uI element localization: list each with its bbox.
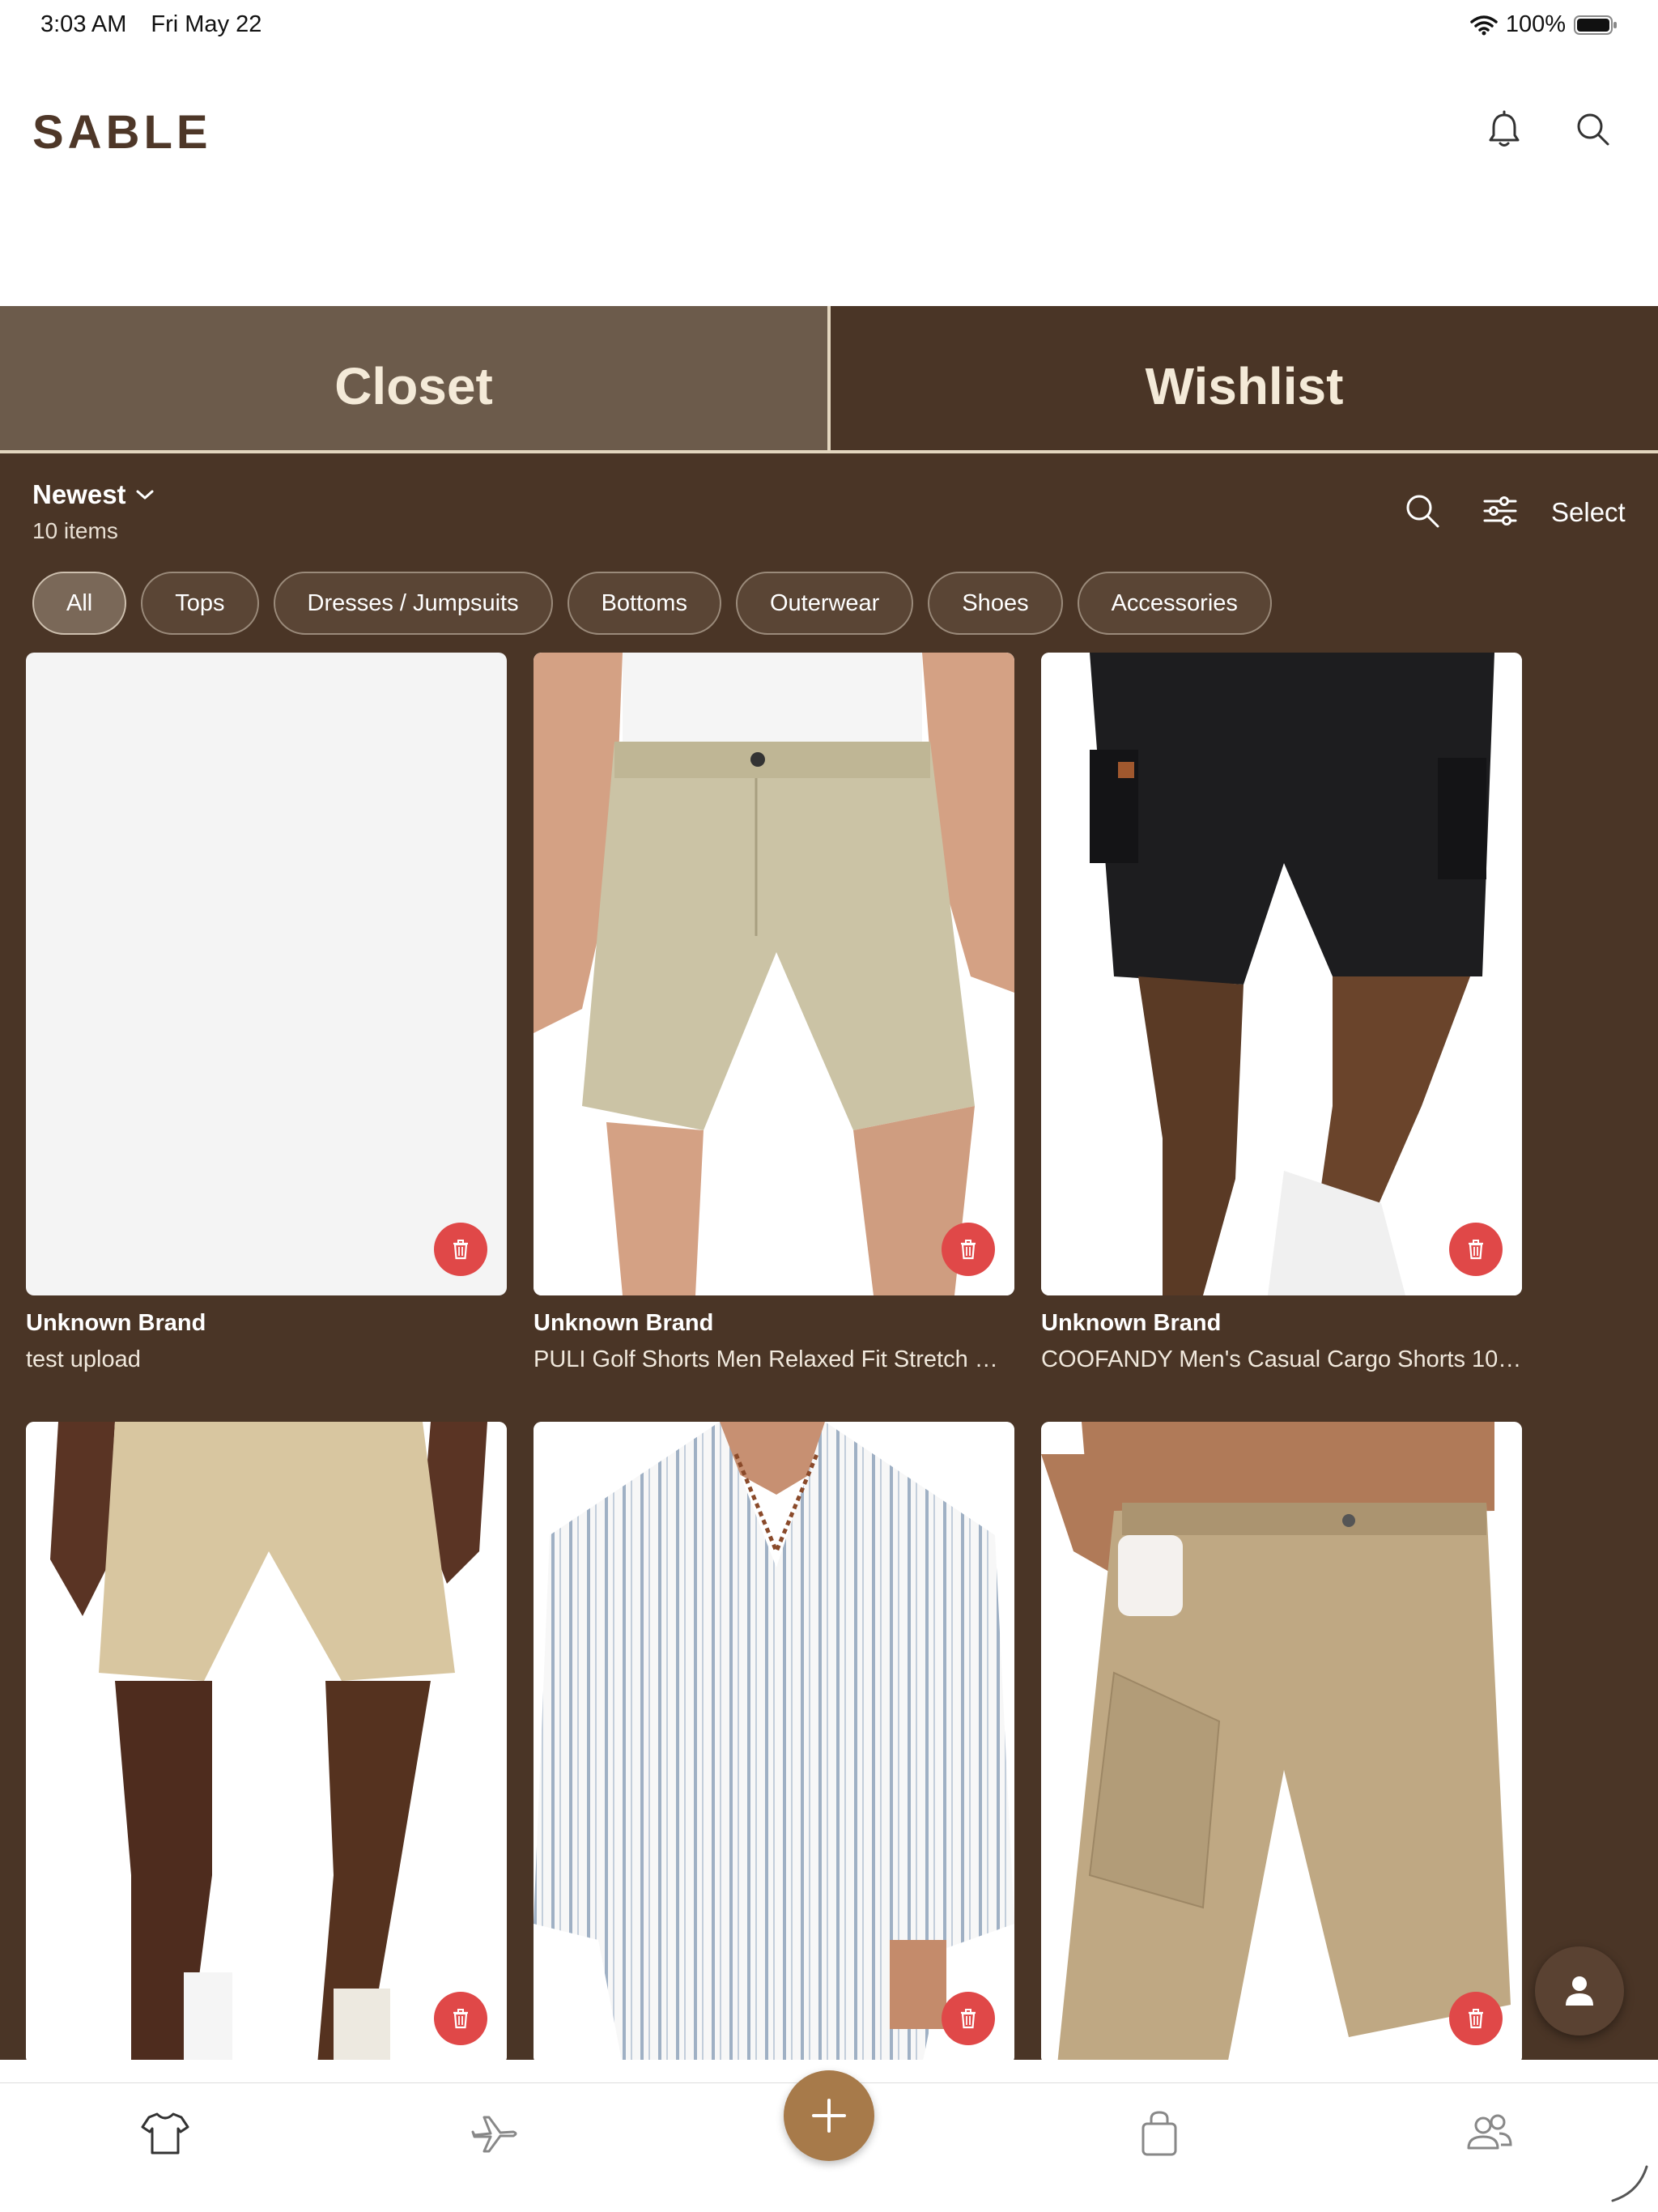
app-logo: SABLE bbox=[32, 106, 212, 159]
delete-button[interactable] bbox=[942, 1223, 995, 1276]
khaki-cargo-shorts-image bbox=[1041, 1422, 1522, 2060]
item-card[interactable] bbox=[1041, 1422, 1522, 2060]
bell-icon[interactable] bbox=[1482, 107, 1527, 152]
item-brand: Unknown Brand bbox=[534, 1310, 714, 1336]
friends-icon[interactable] bbox=[1464, 2108, 1516, 2159]
delete-button[interactable] bbox=[434, 1992, 487, 2045]
item-card[interactable]: Unknown Brand COOFANDY Men's Casual Carg… bbox=[1041, 653, 1522, 1373]
delete-button[interactable] bbox=[434, 1223, 487, 1276]
app-header: SABLE bbox=[0, 52, 1658, 306]
item-image bbox=[1041, 1422, 1522, 2060]
tab-closet[interactable]: Closet bbox=[0, 306, 831, 450]
tan-chino-shorts-image bbox=[26, 1422, 507, 2060]
item-brand: Unknown Brand bbox=[26, 1310, 206, 1336]
item-image bbox=[26, 653, 507, 1295]
trash-icon bbox=[1469, 2009, 1483, 2029]
item-image bbox=[534, 653, 1014, 1295]
search-icon[interactable] bbox=[1571, 107, 1616, 152]
item-name: PULI Golf Shorts Men Relaxed Fit Stretch… bbox=[534, 1346, 1014, 1372]
tab-wishlist[interactable]: Wishlist bbox=[831, 306, 1658, 450]
item-image bbox=[26, 1422, 507, 2060]
category-filter-chips: All Tops Dresses / Jumpsuits Bottoms Out… bbox=[32, 572, 1272, 635]
airplane-icon[interactable] bbox=[470, 2108, 521, 2159]
delete-button[interactable] bbox=[942, 1992, 995, 2045]
trash-icon bbox=[961, 2009, 976, 2029]
bottom-nav bbox=[0, 2070, 1658, 2212]
profile-button[interactable] bbox=[1535, 1946, 1624, 2035]
item-brand: Unknown Brand bbox=[1041, 1310, 1222, 1336]
filter-chip-accessories[interactable]: Accessories bbox=[1077, 572, 1272, 635]
tshirt-icon[interactable] bbox=[139, 2108, 191, 2159]
status-bar: 3:03 AM Fri May 22 100% bbox=[0, 0, 1658, 52]
item-count: 10 items bbox=[32, 518, 118, 543]
item-name: COOFANDY Men's Casual Cargo Shorts 10"..… bbox=[1041, 1346, 1522, 1372]
battery-icon bbox=[1574, 15, 1617, 35]
wifi-icon bbox=[1470, 15, 1498, 35]
resize-corner-icon bbox=[1611, 2165, 1648, 2202]
black-cargo-shorts-image bbox=[1041, 653, 1522, 1295]
filter-chip-bottoms[interactable]: Bottoms bbox=[567, 572, 721, 635]
profile-icon bbox=[1566, 1976, 1593, 2006]
delete-button[interactable] bbox=[1449, 1992, 1503, 2045]
status-date: Fri May 22 bbox=[151, 11, 262, 37]
sort-dropdown[interactable]: Newest bbox=[32, 479, 155, 510]
plus-icon bbox=[812, 2099, 846, 2133]
chevron-down-icon bbox=[136, 490, 154, 500]
trash-icon bbox=[453, 1240, 468, 1260]
sort-label: Newest bbox=[32, 479, 126, 509]
khaki-chino-shorts-image bbox=[534, 653, 1014, 1295]
trash-icon bbox=[1469, 1240, 1483, 1260]
item-card[interactable] bbox=[26, 1422, 507, 2060]
item-card[interactable]: Unknown Brand PULI Golf Shorts Men Relax… bbox=[534, 653, 1014, 1373]
filter-chip-shoes[interactable]: Shoes bbox=[928, 572, 1063, 635]
closet-content: Newest 10 items Select All Tops Dresses … bbox=[0, 453, 1658, 2060]
bag-icon[interactable] bbox=[1133, 2108, 1185, 2159]
item-name: test upload bbox=[26, 1346, 141, 1372]
item-image bbox=[534, 1422, 1014, 2060]
battery-percent: 100% bbox=[1505, 11, 1566, 37]
item-card[interactable]: Unknown Brand test upload bbox=[26, 653, 507, 1373]
trash-icon bbox=[961, 1240, 976, 1260]
item-card[interactable] bbox=[534, 1422, 1014, 2060]
trash-icon bbox=[453, 2009, 468, 2029]
filter-chip-all[interactable]: All bbox=[32, 572, 127, 635]
delete-button[interactable] bbox=[1449, 1223, 1503, 1276]
filter-chip-dresses-jumpsuits[interactable]: Dresses / Jumpsuits bbox=[273, 572, 553, 635]
search-icon[interactable] bbox=[1402, 491, 1443, 531]
filter-chip-outerwear[interactable]: Outerwear bbox=[735, 572, 914, 635]
filter-chip-tops[interactable]: Tops bbox=[141, 572, 259, 635]
striped-linen-shirt-image bbox=[534, 1422, 1014, 2060]
status-time: 3:03 AM bbox=[40, 11, 127, 37]
filter-sliders-icon[interactable] bbox=[1480, 491, 1520, 531]
closet-wishlist-tabs: Closet Wishlist bbox=[0, 306, 1658, 453]
select-button[interactable]: Select bbox=[1551, 497, 1626, 528]
item-image bbox=[1041, 653, 1522, 1295]
add-item-button[interactable] bbox=[784, 2070, 874, 2161]
